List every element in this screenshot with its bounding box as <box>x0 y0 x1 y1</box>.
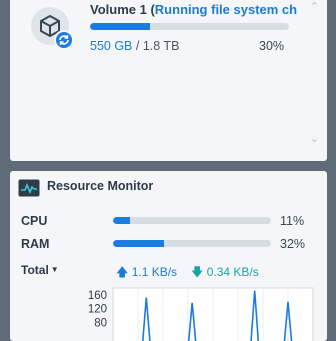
sync-icon <box>54 30 74 50</box>
volume-total: 1.8 TB <box>142 39 180 53</box>
volume-title: Volume 1 (Running file system ch <box>90 2 297 17</box>
y-tick-label: 120 <box>88 304 107 316</box>
volume-used: 550 GB <box>90 39 133 53</box>
ram-usage-fill <box>113 240 164 247</box>
download-speed-value: 0.34 KB/s <box>206 265 259 279</box>
caret-down-icon: ▼ <box>50 265 59 274</box>
resource-monitor-title: Resource Monitor <box>47 179 154 193</box>
download-speed: 🡇 0.34 KB/s <box>191 263 259 284</box>
upload-arrow-icon: 🡅 <box>116 265 129 279</box>
y-tick-label: 160 <box>88 290 107 302</box>
ram-usage-bar <box>113 240 271 247</box>
volume-usage-text: 550 GB / 1.8 TB <box>90 39 179 53</box>
cpu-percent: 11% <box>280 214 305 228</box>
resource-monitor-icon <box>18 179 40 197</box>
network-chart-svg: 160 12080 <box>88 287 314 341</box>
chevron-up-icon[interactable]: ⌃ <box>310 0 319 13</box>
cpu-usage-bar <box>113 217 271 224</box>
cpu-label: CPU <box>21 214 48 228</box>
volume-usage-bar <box>90 23 289 30</box>
network-total-label: Total <box>21 263 49 277</box>
ram-percent: 32% <box>280 237 306 251</box>
volume-usage-separator: / <box>132 39 143 53</box>
network-total-dropdown[interactable]: Total ▼ <box>21 263 59 277</box>
upload-speed: 🡅 1.1 KB/s <box>116 263 177 284</box>
network-chart: 160 120 80 <box>10 284 327 341</box>
y-tick-label: 80 <box>94 317 107 329</box>
volume-cube-icon <box>31 7 74 50</box>
resource-monitor-panel: Resource Monitor CPU 11% RAM 32% Total ▼ … <box>10 171 327 341</box>
ram-label: RAM <box>21 237 50 251</box>
storage-volume-panel: ⌃ Volume 1 (Running file system ch 550 G… <box>10 0 327 161</box>
volume-usage-fill <box>90 23 150 30</box>
volume-paren: ( <box>146 2 155 17</box>
volume-name: Volume 1 <box>90 2 147 17</box>
volume-status-link[interactable]: Running file system ch <box>155 2 297 17</box>
chevron-down-icon[interactable]: ⌄ <box>310 132 319 145</box>
cpu-usage-fill <box>113 217 131 224</box>
upload-speed-value: 1.1 KB/s <box>131 265 178 279</box>
volume-percent: 30% <box>259 39 285 53</box>
download-arrow-icon: 🡇 <box>191 265 204 279</box>
